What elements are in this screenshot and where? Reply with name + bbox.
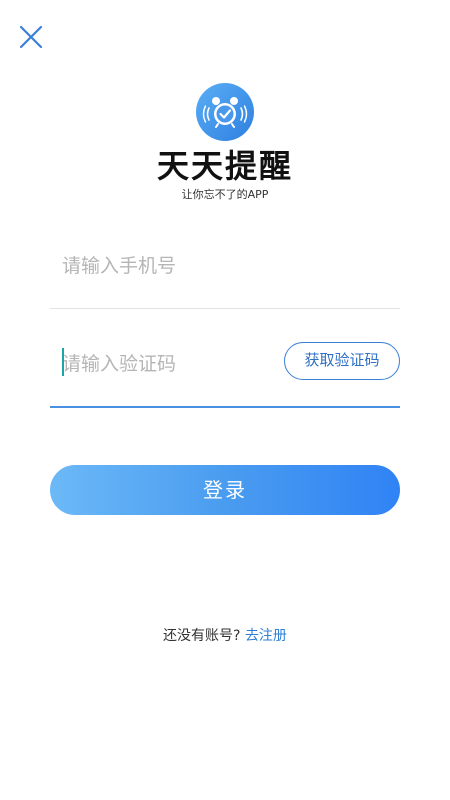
register-link[interactable]: 去注册 bbox=[245, 628, 287, 644]
text-cursor bbox=[62, 348, 64, 376]
app-slogan: 让你忘不了的APP bbox=[181, 188, 269, 201]
close-icon[interactable] bbox=[16, 22, 46, 52]
register-prompt: 还没有账号? 去注册 bbox=[0, 626, 450, 646]
get-code-button[interactable]: 获取验证码 bbox=[284, 342, 400, 380]
phone-input[interactable] bbox=[62, 246, 282, 286]
login-screen: 天天提醒 让你忘不了的APP 获取验证码 登录 还没有账号? 去注册 bbox=[0, 0, 450, 800]
login-button[interactable]: 登录 bbox=[50, 465, 400, 515]
phone-field bbox=[50, 232, 400, 309]
alarm-clock-icon bbox=[195, 82, 255, 142]
verification-code-input[interactable] bbox=[62, 344, 282, 384]
code-field: 获取验证码 bbox=[50, 330, 400, 408]
no-account-text: 还没有账号? bbox=[163, 628, 241, 644]
app-name: 天天提醒 bbox=[156, 147, 293, 185]
